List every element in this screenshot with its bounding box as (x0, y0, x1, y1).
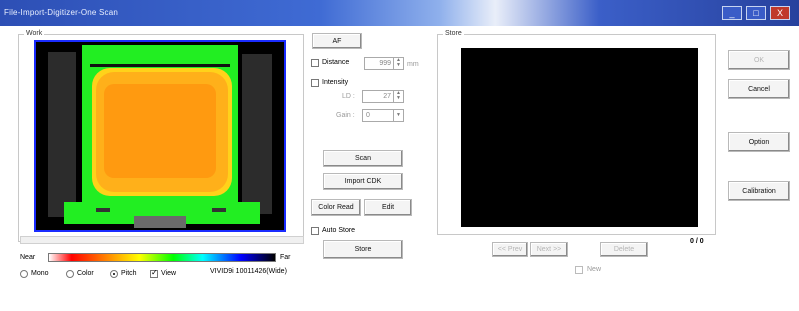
spin-arrows-icon[interactable]: ▲ ▼ (393, 91, 403, 102)
ld-label: LD : (342, 93, 355, 100)
store-preview[interactable] (461, 48, 698, 227)
pitch-radio[interactable] (110, 270, 118, 278)
import-cdk-button[interactable]: Import CDK (323, 173, 403, 190)
cancel-button[interactable]: Cancel (728, 79, 790, 99)
scan-button[interactable]: Scan (323, 150, 403, 167)
distance-checkbox[interactable] (311, 59, 319, 67)
device-info: VIVID9i 10011426(Wide) (210, 268, 287, 275)
next-button[interactable]: Next >> (530, 242, 568, 257)
auto-store-checkbox[interactable] (311, 227, 319, 235)
gain-label: Gain : (336, 112, 355, 119)
distance-label: Distance (322, 59, 350, 66)
option-button[interactable]: Option (728, 132, 790, 152)
intensity-checkbox[interactable] (311, 79, 319, 87)
scale-far-label: Far (280, 254, 291, 261)
gain-select[interactable]: 0 ▼ (362, 109, 404, 122)
work-scan-view[interactable] (34, 40, 286, 232)
maximize-icon[interactable]: □ (746, 6, 766, 20)
work-label: Work (24, 30, 45, 37)
af-button[interactable]: AF (312, 33, 362, 49)
auto-store-label: Auto Store (322, 227, 356, 234)
pitch-label: Pitch (121, 270, 137, 277)
store-button[interactable]: Store (323, 240, 403, 259)
calibration-button[interactable]: Calibration (728, 181, 790, 201)
mono-radio[interactable] (20, 270, 28, 278)
ld-value: 27 (383, 93, 391, 100)
distance-stepper[interactable]: 999 ▲ ▼ (364, 57, 404, 70)
store-label: Store (443, 30, 464, 37)
ok-button[interactable]: OK (728, 50, 790, 70)
chevron-down-icon[interactable]: ▼ (393, 110, 403, 121)
minimize-icon[interactable]: _ (722, 6, 742, 20)
edit-button[interactable]: Edit (364, 199, 412, 216)
color-radio[interactable] (66, 270, 74, 278)
distance-unit: mm (407, 61, 419, 68)
intensity-label: Intensity (322, 79, 349, 86)
delete-button[interactable]: Delete (600, 242, 648, 257)
prev-button[interactable]: << Prev (492, 242, 528, 257)
spin-arrows-icon[interactable]: ▲ ▼ (393, 58, 403, 69)
mono-label: Mono (31, 270, 49, 277)
close-icon[interactable]: X (770, 6, 790, 20)
distance-value: 999 (379, 60, 391, 67)
new-checkbox[interactable] (575, 266, 583, 274)
ld-stepper[interactable]: 27 ▲ ▼ (362, 90, 404, 103)
digitizer-dialog: File-Import-Digitizer-One Scan _ □ X Wor… (0, 0, 799, 311)
window-title: File-Import-Digitizer-One Scan (4, 8, 119, 17)
title-bar[interactable]: File-Import-Digitizer-One Scan _ □ X (0, 0, 799, 26)
color-read-button[interactable]: Color Read (311, 199, 361, 216)
gain-value: 0 (366, 112, 370, 119)
view-checkbox[interactable] (150, 268, 158, 278)
work-scrollbar[interactable] (20, 236, 304, 244)
depth-color-scale (48, 253, 276, 262)
view-label: View (161, 270, 177, 277)
store-count: 0 / 0 (690, 238, 704, 245)
new-label: New (587, 266, 602, 273)
scan-depth-image (36, 42, 284, 230)
color-label: Color (77, 270, 94, 277)
scale-near-label: Near (20, 254, 36, 261)
